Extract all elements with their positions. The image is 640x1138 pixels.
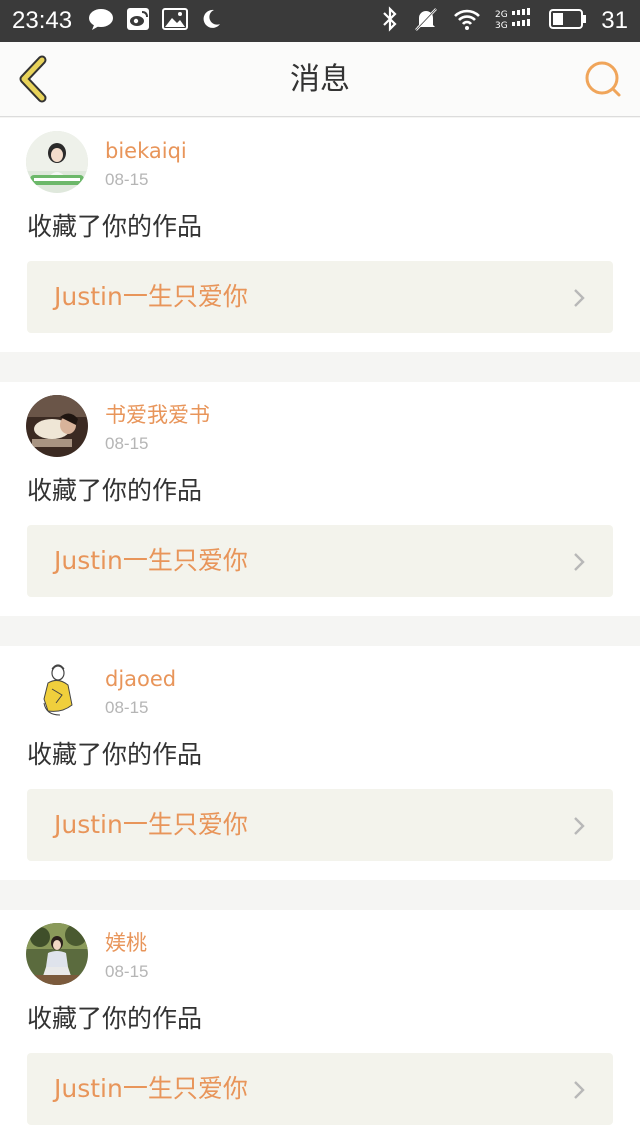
top-nav-bar: 消息 bbox=[0, 42, 640, 117]
battery-level: 31 bbox=[601, 7, 628, 34]
status-time: 23:43 bbox=[12, 7, 73, 34]
signal-icon: 2G 3G bbox=[495, 7, 535, 35]
action-text: 收藏了你的作品 bbox=[27, 740, 203, 769]
search-icon bbox=[585, 61, 621, 97]
message-date: 08-15 bbox=[105, 698, 149, 717]
work-title: Justin一生只爱你 bbox=[54, 1074, 248, 1103]
status-left-icons bbox=[88, 7, 222, 35]
mute-icon bbox=[413, 6, 439, 36]
wifi-icon bbox=[453, 8, 481, 34]
username[interactable]: 媄桃 bbox=[105, 930, 147, 956]
username[interactable]: djaoed bbox=[105, 666, 176, 692]
search-button[interactable] bbox=[582, 58, 624, 100]
message-date: 08-15 bbox=[105, 962, 149, 981]
avatar[interactable] bbox=[26, 395, 88, 457]
message-date: 08-15 bbox=[105, 434, 149, 453]
avatar[interactable] bbox=[26, 659, 88, 721]
status-right-icons: 2G 3G 31 bbox=[381, 6, 628, 36]
status-bar: 23:43 2G 3G 31 bbox=[0, 0, 640, 42]
message-card: 书爱我爱书 08-15 收藏了你的作品 Justin一生只爱你 bbox=[0, 382, 640, 616]
chat-bubble-icon bbox=[88, 8, 114, 34]
work-link[interactable]: Justin一生只爱你 bbox=[27, 525, 613, 597]
page-title: 消息 bbox=[290, 62, 350, 97]
action-text: 收藏了你的作品 bbox=[27, 476, 203, 505]
avatar[interactable] bbox=[26, 131, 88, 193]
work-title: Justin一生只爱你 bbox=[54, 282, 248, 311]
svg-text:2G: 2G bbox=[495, 10, 508, 20]
message-list: biekaiqi 08-15 收藏了你的作品 Justin一生只爱你 书爱我爱书… bbox=[0, 118, 640, 1138]
message-card: djaoed 08-15 收藏了你的作品 Justin一生只爱你 bbox=[0, 646, 640, 880]
chevron-right-icon bbox=[574, 1081, 585, 1099]
username[interactable]: 书爱我爱书 bbox=[105, 402, 210, 428]
chevron-right-icon bbox=[574, 289, 585, 307]
action-text: 收藏了你的作品 bbox=[27, 1004, 203, 1033]
weibo-icon bbox=[126, 7, 150, 35]
chevron-right-icon bbox=[574, 817, 585, 835]
message-card: 媄桃 08-15 收藏了你的作品 Justin一生只爱你 bbox=[0, 910, 640, 1138]
chevron-right-icon bbox=[574, 553, 585, 571]
work-title: Justin一生只爱你 bbox=[54, 546, 248, 575]
image-icon bbox=[162, 8, 188, 34]
username[interactable]: biekaiqi bbox=[105, 138, 187, 164]
bluetooth-icon bbox=[381, 6, 399, 36]
moon-icon bbox=[200, 8, 222, 34]
action-text: 收藏了你的作品 bbox=[27, 212, 203, 241]
work-title: Justin一生只爱你 bbox=[54, 810, 248, 839]
battery-icon bbox=[549, 8, 587, 34]
svg-text:3G: 3G bbox=[495, 21, 508, 31]
message-date: 08-15 bbox=[105, 170, 149, 189]
avatar[interactable] bbox=[26, 923, 88, 985]
work-link[interactable]: Justin一生只爱你 bbox=[27, 789, 613, 861]
message-card: biekaiqi 08-15 收藏了你的作品 Justin一生只爱你 bbox=[0, 118, 640, 352]
work-link[interactable]: Justin一生只爱你 bbox=[27, 261, 613, 333]
work-link[interactable]: Justin一生只爱你 bbox=[27, 1053, 613, 1125]
